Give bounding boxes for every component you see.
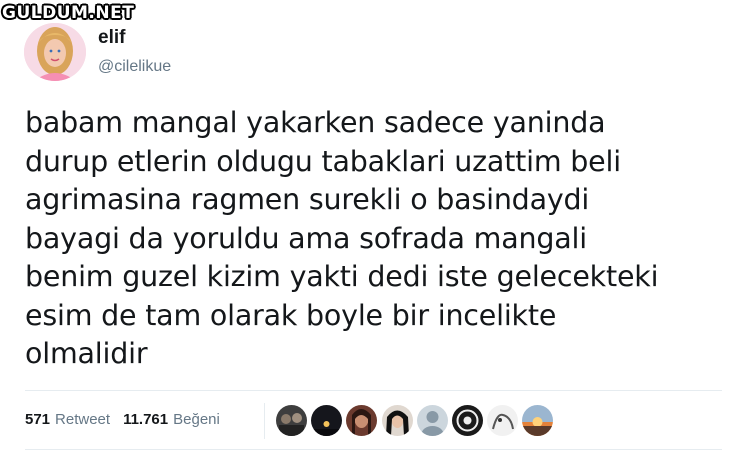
display-name[interactable]: elif: [98, 27, 171, 49]
tweet-text: babam mangal yakarken sadece yaninda dur…: [25, 106, 659, 370]
avatar-sketch-icon: [487, 405, 519, 436]
retweet-count: 571: [25, 411, 51, 428]
retweet-label: Retweet: [55, 411, 111, 428]
user-info: elif @cilelikue: [98, 27, 171, 76]
stats-separator: [264, 403, 265, 439]
avatar-default-icon: [416, 405, 448, 436]
user-handle[interactable]: @cilelikue: [98, 58, 171, 76]
divider: [25, 390, 722, 391]
avatar-sunset-icon: [522, 405, 554, 436]
liker-avatar-5[interactable]: [416, 405, 448, 436]
liker-avatar-8[interactable]: [522, 405, 554, 436]
like-stat[interactable]: 11.761 Beğeni: [123, 411, 220, 428]
doll-portrait-icon: [24, 23, 86, 81]
avatar-night-icon: [311, 405, 343, 436]
liker-avatar-3[interactable]: [346, 405, 378, 436]
divider: [25, 449, 722, 450]
profile-avatar[interactable]: [24, 23, 86, 81]
avatar-woman-dark-icon: [346, 405, 378, 436]
liker-avatar-1[interactable]: [276, 405, 307, 436]
watermark-logo: GULDUM.NET: [2, 3, 135, 23]
liker-avatar-4[interactable]: [381, 405, 413, 436]
liker-avatar-6[interactable]: [451, 405, 483, 436]
tweet-stats: 571 Retweet 11.761 Beğeni: [25, 411, 220, 428]
liker-avatar-7[interactable]: [487, 405, 519, 436]
liker-avatars: [276, 405, 558, 436]
tweet-header: elif @cilelikue: [24, 23, 171, 81]
avatar-dark-group-icon: [276, 405, 307, 436]
liker-avatar-2[interactable]: [311, 405, 343, 436]
avatar-badge-icon: [451, 405, 483, 436]
like-label: Beğeni: [173, 411, 220, 428]
retweet-stat[interactable]: 571 Retweet: [25, 411, 110, 428]
avatar-woman-hair-icon: [381, 405, 413, 436]
like-count: 11.761: [123, 411, 169, 428]
